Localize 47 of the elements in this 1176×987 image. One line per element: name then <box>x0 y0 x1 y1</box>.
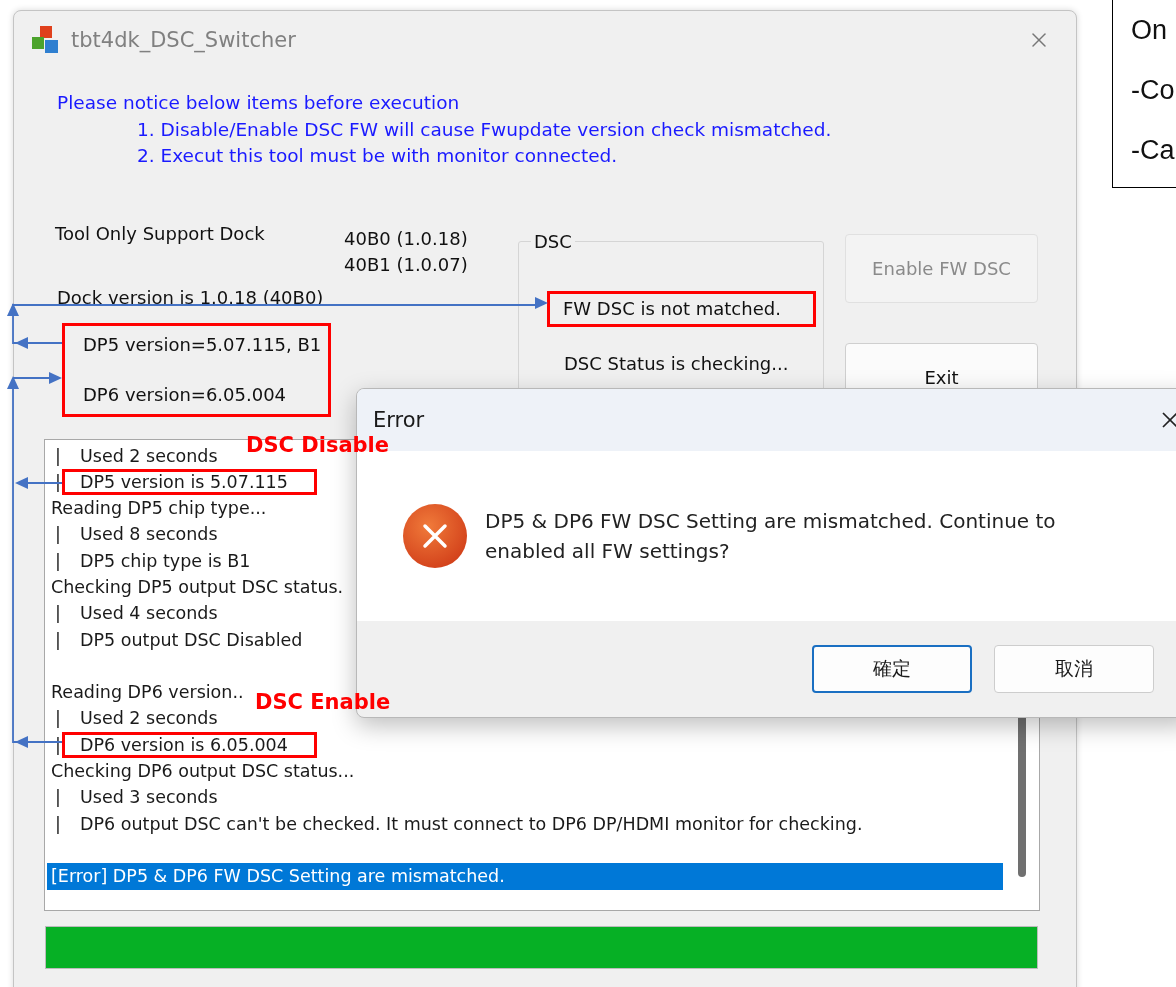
dialog-message: DP5 & DP6 FW DSC Setting are mismatched. Continue to enabled all FW settings? <box>485 508 1057 565</box>
status-text: DSC Status is checking... <box>564 351 790 376</box>
chip-version-text: DP5 version=5.07.115, B1 <box>83 332 323 357</box>
cancel-button[interactable]: 取消 <box>994 645 1154 693</box>
dock-version-text: 40B1 (1.0.07) <box>344 252 468 277</box>
log-text: Used 8 seconds <box>80 523 218 547</box>
log-text: [Error] DP5 & DP6 FW DSC Setting are mismatched. <box>51 865 505 889</box>
log-text: Used 2 seconds <box>80 444 218 468</box>
log-line[interactable]: | Used 3 seconds <box>47 784 1003 811</box>
support-label: Tool Only Support Dock <box>55 221 266 246</box>
log-text: DP5 output DSC Disabled <box>80 628 303 652</box>
log-prefix: | <box>54 628 62 652</box>
log-text: Used 3 seconds <box>80 786 218 810</box>
log-prefix: | <box>54 444 62 468</box>
log-text: Used 2 seconds <box>80 707 218 731</box>
highlighted-text: DP5 version is 5.07.115 <box>62 468 317 496</box>
annotation-label: DSC Disable <box>246 433 390 457</box>
fw-status-text: FW DSC is not matched. <box>547 290 816 327</box>
window-title: tbt4dk_DSC_Switcher <box>71 28 297 52</box>
annotation-label: DSC Enable <box>255 690 391 714</box>
chip-version-text: DP6 version=6.05.004 <box>83 382 288 407</box>
note-text: -Co <box>1131 75 1176 105</box>
ok-button[interactable]: 確定 <box>812 645 972 693</box>
dock-version-text: Dock version is 1.0.18 (40B0) <box>57 285 325 310</box>
log-text: DP6 output DSC can't be checked. It must connect to DP6 DP/HDMI monitor for checking. <box>80 812 863 836</box>
log-prefix: | <box>54 786 62 810</box>
log-text: Used 4 seconds <box>80 602 218 626</box>
highlighted-text: DP6 version is 6.05.004 <box>62 731 317 759</box>
log-prefix: | <box>54 707 62 731</box>
error-icon <box>403 504 467 568</box>
notice-item: 2. Execut this tool must be with monitor connected. <box>136 144 619 168</box>
note-text: On <box>1131 15 1169 45</box>
log-prefix: | <box>54 812 62 836</box>
log-text: DP5 chip type is B1 <box>80 549 251 573</box>
log-line[interactable]: Checking DP6 output DSC status... <box>47 758 1003 785</box>
dialog-title: Error <box>373 408 426 432</box>
dock-version-text: 40B0 (1.0.18) <box>344 226 468 251</box>
cubes-icon <box>29 24 61 56</box>
log-prefix: | <box>54 549 62 573</box>
notice-item: 1. Disable/Enable DSC FW will cause Fwupdate version check mismatched. <box>136 117 833 142</box>
log-text: Checking DP5 output DSC status. <box>51 576 344 599</box>
log-prefix: | <box>54 602 62 626</box>
note-text: -Ca <box>1131 135 1176 165</box>
log-text: Checking DP6 output DSC status... <box>51 760 355 784</box>
log-line[interactable]: | DP6 output DSC can't be checked. It must connect to DP6 DP/HDMI monitor for checking. <box>47 810 1003 837</box>
log-prefix: | <box>54 523 62 547</box>
notice-heading: Please notice below items before execution <box>57 91 461 115</box>
